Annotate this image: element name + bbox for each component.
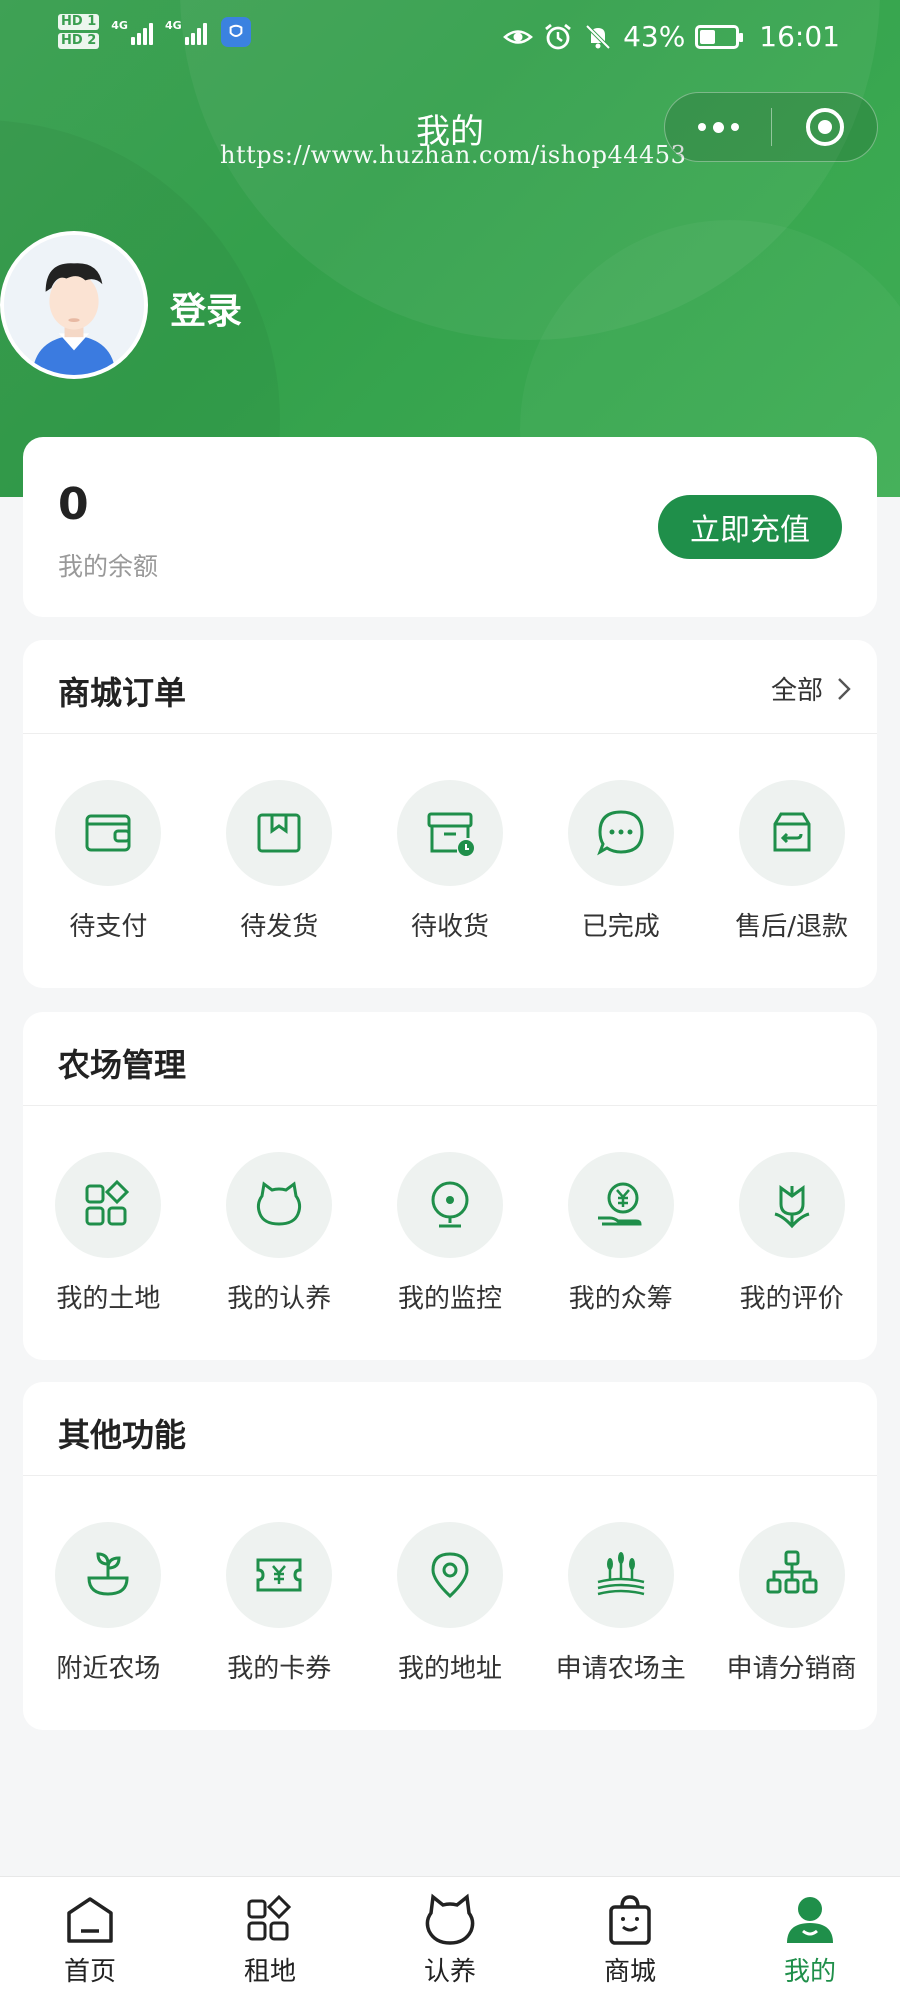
chat-bubble-icon: [596, 810, 644, 856]
my-reviews[interactable]: 我的评价: [706, 1106, 877, 1315]
home-icon: [67, 1897, 113, 1943]
balance-card: 0 我的余额 立即充值: [23, 437, 877, 617]
balance-label: 我的余额: [58, 552, 159, 581]
order-pending-receipt[interactable]: 待收货: [365, 734, 536, 943]
grid-icon: [247, 1894, 292, 1941]
farm-card: 农场管理 我的土地 我的认养 我的监控 我的众筹 我的评价: [23, 1012, 877, 1360]
target-icon: [805, 108, 844, 146]
wheat-field-icon: [597, 1552, 645, 1596]
delivery-box-icon: [427, 812, 474, 856]
my-coupons[interactable]: 我的卡券: [194, 1476, 365, 1685]
flower-icon: [774, 1185, 810, 1229]
sprout-bowl-icon: [87, 1552, 129, 1596]
cat-icon: [425, 1893, 475, 1945]
sim2-badge: HD 2: [58, 33, 100, 49]
location-pin-icon: [431, 1552, 469, 1599]
my-monitoring[interactable]: 我的监控: [365, 1106, 536, 1315]
land-grid-icon: [85, 1179, 130, 1226]
order-pending-payment[interactable]: 待支付: [23, 734, 194, 943]
apply-distributor[interactable]: 申请分销商: [706, 1476, 877, 1685]
camera-icon: [431, 1181, 469, 1228]
order-completed[interactable]: 已完成: [535, 734, 706, 943]
tab-mall[interactable]: 商城: [540, 1877, 720, 2000]
my-adoption[interactable]: 我的认养: [194, 1106, 365, 1315]
cat-icon: [257, 1181, 302, 1226]
tab-rent-land[interactable]: 租地: [180, 1877, 360, 2000]
my-address[interactable]: 我的地址: [365, 1476, 536, 1685]
app-notification-icon: [220, 16, 251, 47]
signal-icon: 4G: [111, 19, 153, 45]
battery-icon: [695, 24, 744, 49]
balance-value: 0: [58, 479, 89, 530]
more-menu-button[interactable]: [665, 121, 771, 133]
orders-card: 商城订单 全部 待支付 待发货 待收货 已完成 售后/退款: [23, 640, 877, 988]
section-title: 其他功能: [58, 1416, 187, 1454]
avatar[interactable]: [0, 231, 148, 379]
miniprogram-capsule: [664, 92, 878, 162]
order-after-sales[interactable]: 售后/退款: [706, 734, 877, 943]
coupon-icon: [256, 1558, 302, 1592]
sim1-badge: HD 1: [58, 14, 100, 30]
eye-icon: [503, 29, 533, 44]
signal-icon: 4G: [165, 19, 207, 45]
other-functions-card: 其他功能 附近农场 我的卡券 我的地址 申请农场主 申请分销商: [23, 1382, 877, 1730]
tab-mine[interactable]: 我的: [720, 1877, 900, 2000]
bottom-tab-bar: 首页 租地 认养 商城 我的: [0, 1876, 900, 2000]
package-icon: [257, 813, 301, 853]
order-pending-shipment[interactable]: 待发货: [194, 734, 365, 943]
status-bar: HD 1 HD 2 4G 4G 43% 16:01: [0, 0, 900, 80]
watermark-text: https://www.huzhan.com/ishop44453: [220, 141, 687, 169]
hierarchy-icon: [766, 1550, 818, 1594]
return-box-icon: [773, 812, 811, 852]
section-title: 农场管理: [58, 1046, 187, 1084]
wallet-icon: [85, 814, 131, 852]
recharge-button[interactable]: 立即充值: [658, 495, 842, 559]
my-land[interactable]: 我的土地: [23, 1106, 194, 1315]
user-icon: [787, 1897, 833, 1943]
tab-home[interactable]: 首页: [0, 1877, 180, 2000]
mute-bell-icon: [585, 24, 611, 49]
my-crowdfunding[interactable]: 我的众筹: [535, 1106, 706, 1315]
chevron-right-icon: [838, 677, 851, 700]
battery-percent: 43%: [623, 20, 686, 53]
view-all-orders-link[interactable]: 全部: [771, 670, 855, 707]
clock: 16:01: [759, 20, 840, 53]
nearby-farms[interactable]: 附近农场: [23, 1476, 194, 1685]
alarm-icon: [545, 23, 571, 49]
close-miniprogram-button[interactable]: [772, 108, 877, 146]
yuan-hand-icon: [597, 1182, 642, 1226]
apply-farm-owner[interactable]: 申请农场主: [535, 1476, 706, 1685]
section-title: 商城订单: [58, 674, 187, 712]
tab-adopt[interactable]: 认养: [360, 1877, 540, 2000]
login-link[interactable]: 登录: [170, 282, 242, 334]
more-icon: [697, 123, 706, 131]
shopping-bag-icon: [609, 1895, 651, 1945]
